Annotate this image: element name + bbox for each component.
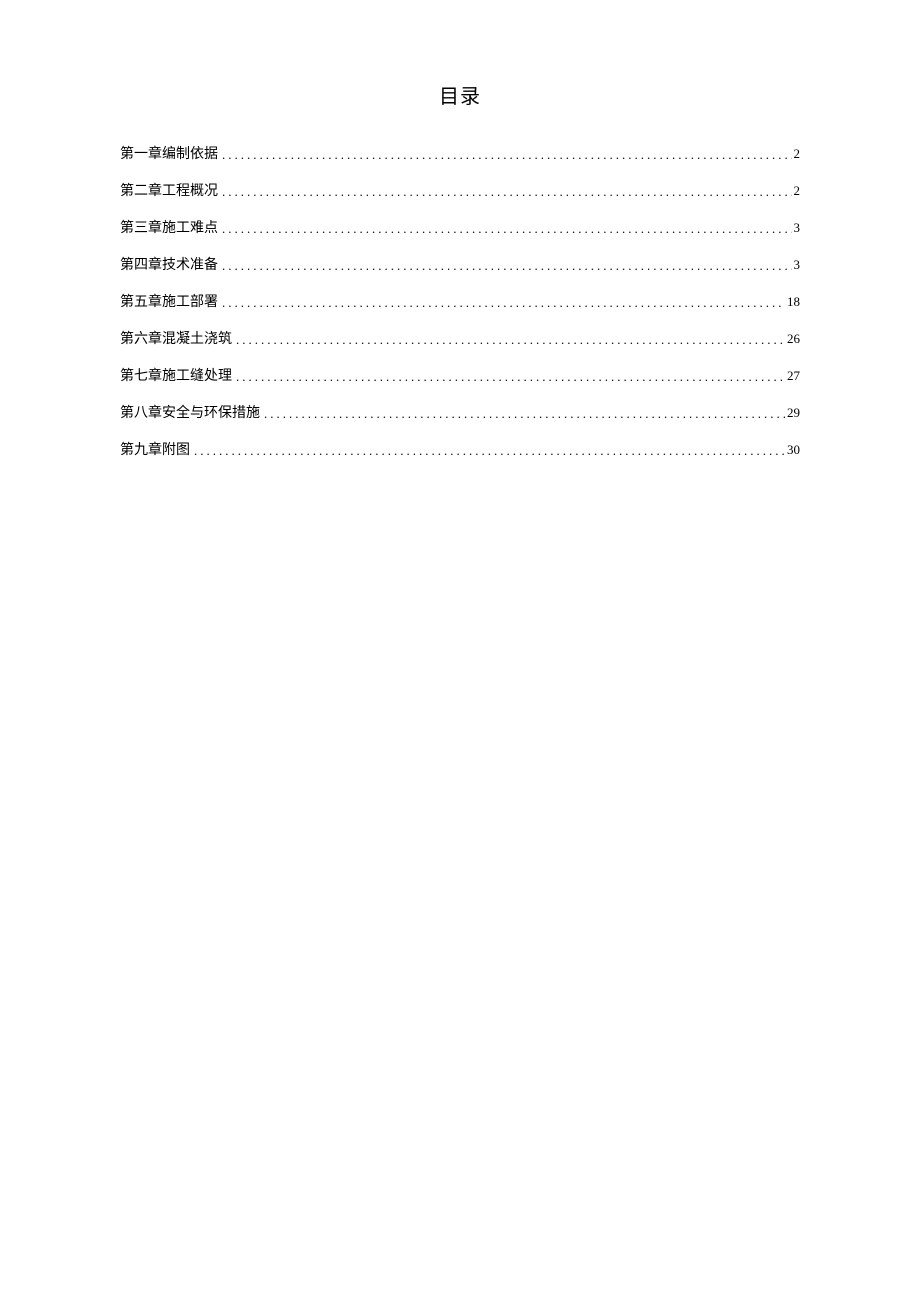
toc-title: 目录 <box>120 80 800 109</box>
toc-entry: 第七章施工缝处理 27 <box>120 366 800 387</box>
toc-entry-label: 第八章安全与环保措施 <box>120 403 260 424</box>
toc-entry: 第八章安全与环保措施 29 <box>120 403 800 424</box>
toc-leader-dots <box>236 330 785 350</box>
toc-entry: 第四章技术准备 3 <box>120 255 800 276</box>
toc-list: 第一章编制依据 2 第二章工程概况 2 第三章施工难点 3 第四章技术准备 3 … <box>120 144 800 461</box>
toc-entry-page: 30 <box>787 440 800 460</box>
toc-entry: 第一章编制依据 2 <box>120 144 800 165</box>
toc-leader-dots <box>236 367 785 387</box>
toc-entry-label: 第三章施工难点 <box>120 218 218 239</box>
toc-leader-dots <box>222 145 792 165</box>
toc-entry-page: 3 <box>794 218 801 238</box>
toc-leader-dots <box>222 293 785 313</box>
toc-entry-page: 2 <box>794 181 801 201</box>
toc-entry-label: 第二章工程概况 <box>120 181 218 202</box>
toc-entry: 第九章附图 30 <box>120 440 800 461</box>
toc-entry: 第三章施工难点 3 <box>120 218 800 239</box>
toc-entry-label: 第五章施工部署 <box>120 292 218 313</box>
toc-entry: 第二章工程概况 2 <box>120 181 800 202</box>
toc-leader-dots <box>222 182 792 202</box>
toc-leader-dots <box>222 256 792 276</box>
toc-entry-label: 第一章编制依据 <box>120 144 218 165</box>
document-page: 目录 第一章编制依据 2 第二章工程概况 2 第三章施工难点 3 第四章技术准备… <box>0 0 920 461</box>
toc-entry: 第六章混凝土浇筑 26 <box>120 329 800 350</box>
toc-entry-label: 第六章混凝土浇筑 <box>120 329 232 350</box>
toc-entry-label: 第九章附图 <box>120 440 190 461</box>
toc-entry-page: 29 <box>787 403 800 423</box>
toc-entry-page: 18 <box>787 292 800 312</box>
toc-entry-page: 3 <box>794 255 801 275</box>
toc-entry-page: 27 <box>787 366 800 386</box>
toc-entry-page: 2 <box>794 144 801 164</box>
toc-leader-dots <box>222 219 792 239</box>
toc-entry-label: 第七章施工缝处理 <box>120 366 232 387</box>
toc-leader-dots <box>264 404 785 424</box>
toc-entry: 第五章施工部署 18 <box>120 292 800 313</box>
toc-entry-page: 26 <box>787 329 800 349</box>
toc-entry-label: 第四章技术准备 <box>120 255 218 276</box>
toc-leader-dots <box>194 441 785 461</box>
